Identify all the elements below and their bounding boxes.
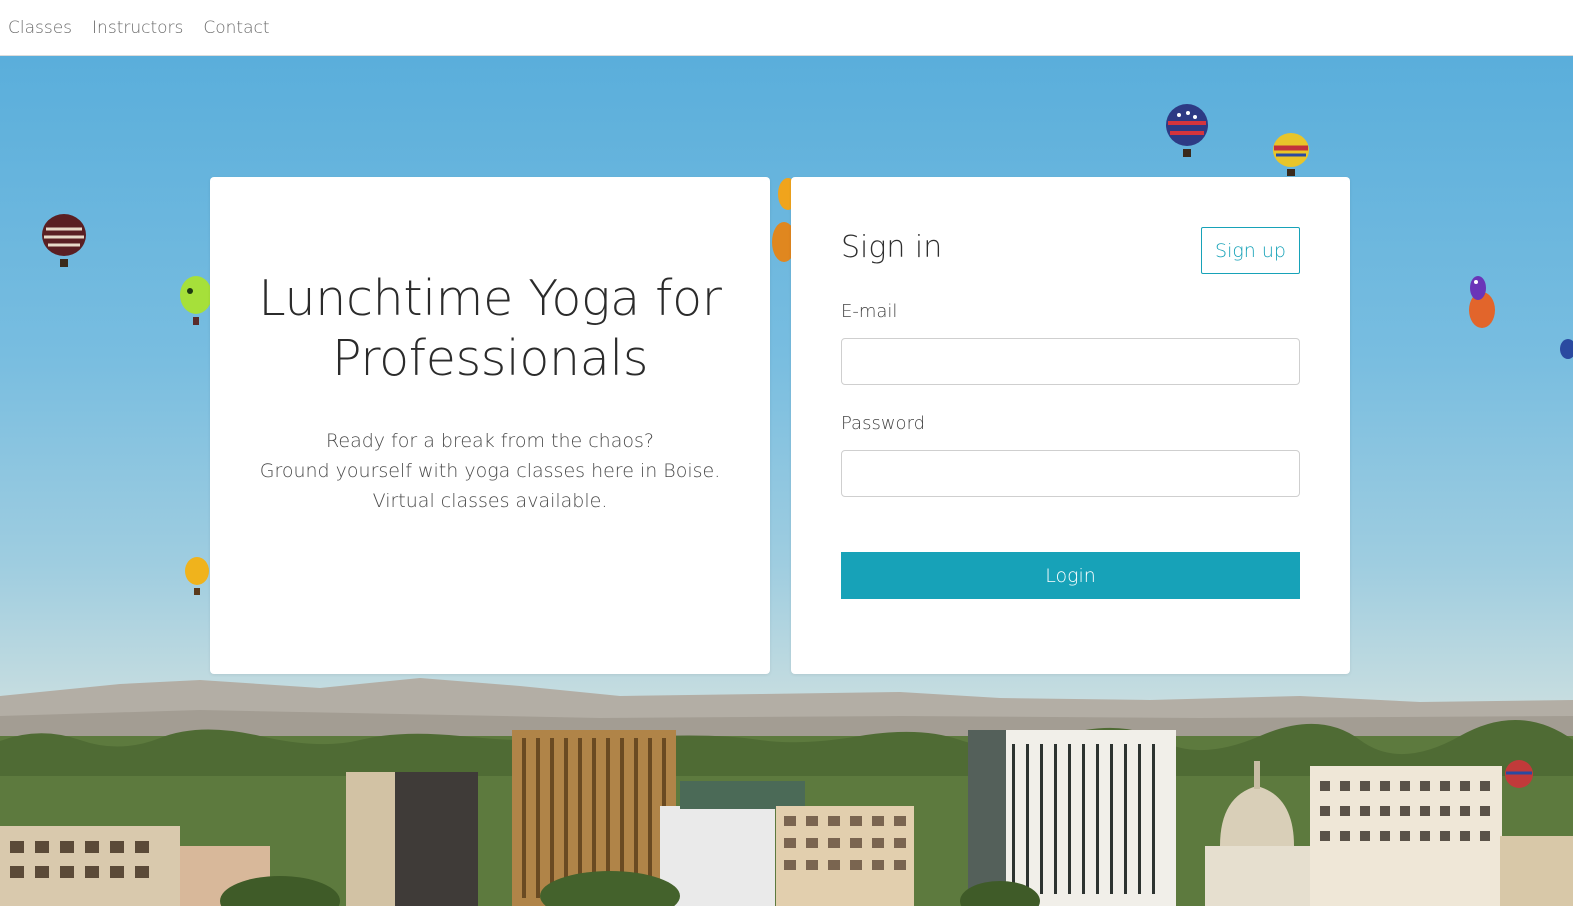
page-title: Lunchtime Yoga for Professionals: [258, 270, 722, 387]
top-navigation: Classes Instructors Contact: [0, 0, 1573, 56]
login-button[interactable]: Login: [841, 552, 1300, 599]
email-label: E-mail: [841, 301, 898, 322]
signin-card: Sign in Sign up E-mail Password Login: [791, 177, 1350, 674]
intro-line: Ready for a break from the chaos?: [326, 430, 654, 452]
hot-air-balloon-icon: [1469, 276, 1495, 328]
hot-air-balloon-icon: [180, 276, 212, 325]
intro-card: Lunchtime Yoga for Professionals Ready f…: [210, 177, 770, 674]
city-skyline-image: [0, 719, 1573, 906]
nav-link-instructors[interactable]: Instructors: [92, 18, 183, 38]
signin-title: Sign in: [841, 230, 943, 265]
password-field[interactable]: [841, 450, 1300, 497]
hot-air-balloon-icon: [1560, 339, 1573, 359]
hot-air-balloon-icon: [1273, 133, 1309, 176]
nav-link-contact[interactable]: Contact: [203, 18, 269, 38]
sign-up-button[interactable]: Sign up: [1201, 227, 1300, 274]
email-field[interactable]: [841, 338, 1300, 385]
password-label: Password: [841, 413, 926, 434]
intro-blurb: Ready for a break from the chaos? Ground…: [230, 426, 750, 516]
hot-air-balloon-icon: [185, 557, 209, 595]
hot-air-balloon-icon: [1166, 104, 1208, 157]
hot-air-balloon-icon: [42, 214, 86, 267]
hot-air-balloon-icon: [1505, 760, 1533, 788]
nav-link-classes[interactable]: Classes: [8, 18, 72, 38]
intro-line: Ground yourself with yoga classes here i…: [259, 460, 721, 482]
intro-line: Virtual classes available.: [372, 490, 608, 512]
